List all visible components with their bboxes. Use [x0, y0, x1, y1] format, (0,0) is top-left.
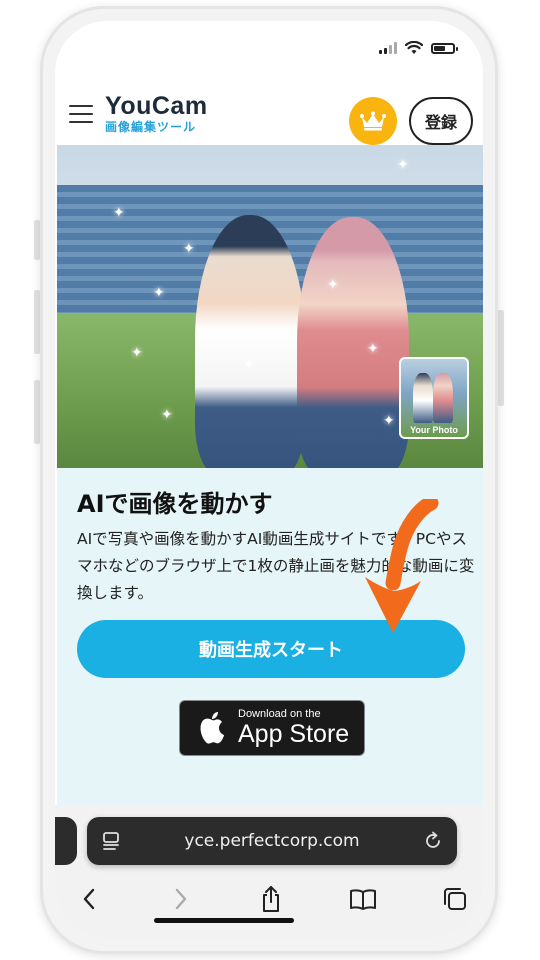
phone-frame: YouCam 画像編集ツール 登録 ✦ ✦ ✦ ✦ ✦ ✦ ✦ ✦ ✦ ✦ Yo… [40, 6, 498, 954]
page-description: AIで写真や画像を動かすAI動画生成サイトです。PCやスマホなどのブラウザ上で1… [77, 530, 475, 602]
app-store-big-text: App Store [238, 720, 350, 748]
bookmarks-button[interactable] [343, 879, 383, 919]
apple-logo-icon [194, 710, 230, 746]
status-bar [55, 21, 483, 71]
premium-crown-button[interactable] [349, 97, 397, 145]
sparkle: ✦ [397, 157, 409, 173]
forward-icon [175, 888, 187, 910]
tabs-icon [444, 888, 466, 910]
app-store-badge[interactable]: Download on the App Store [179, 700, 365, 756]
sparkle: ✦ [153, 285, 165, 301]
site-logo[interactable]: YouCam 画像編集ツール [105, 93, 208, 135]
your-photo-thumbnail: Your Photo [399, 357, 469, 439]
your-photo-label: Your Photo [410, 425, 458, 435]
app-store-small-text: Download on the [238, 708, 321, 720]
sparkle: ✦ [383, 413, 395, 429]
back-icon [83, 888, 95, 910]
url-text[interactable]: yce.perfectcorp.com [87, 817, 457, 865]
forward-button[interactable] [161, 879, 201, 919]
sparkle: ✦ [243, 357, 255, 373]
thumb-person-right [433, 373, 453, 423]
sparkle: ✦ [131, 345, 143, 361]
sparkle: ✦ [327, 277, 339, 293]
sparkle: ✦ [113, 205, 125, 221]
signal-icon [379, 42, 397, 54]
phone-screen: YouCam 画像編集ツール 登録 ✦ ✦ ✦ ✦ ✦ ✦ ✦ ✦ ✦ ✦ Yo… [55, 21, 483, 939]
reload-icon[interactable] [423, 831, 443, 851]
page-title: AIで画像を動かす [77, 490, 273, 518]
previous-tab-preview[interactable] [55, 817, 77, 865]
sparkle: ✦ [183, 241, 195, 257]
bookmarks-icon [350, 889, 376, 910]
wifi-icon [405, 41, 423, 54]
site-header: YouCam 画像編集ツール 登録 [55, 79, 483, 149]
share-icon [263, 886, 279, 912]
content-section: AIで画像を動かす AIで写真や画像を動かすAI動画生成サイトです。PCやスマホ… [57, 468, 483, 808]
hamburger-icon[interactable] [69, 105, 93, 123]
sparkle: ✦ [367, 341, 379, 357]
crown-icon [360, 111, 386, 131]
thumb-person-left [413, 373, 433, 423]
tabs-button[interactable] [435, 879, 475, 919]
start-video-generation-button[interactable]: 動画生成スタート [77, 620, 465, 678]
sparkle: ✦ [161, 407, 173, 423]
logo-main: YouCam [105, 92, 208, 120]
app-store-text: Download on the App Store [238, 708, 349, 748]
model-right [297, 217, 409, 468]
model-left [195, 215, 305, 468]
share-button[interactable] [251, 879, 291, 919]
home-indicator[interactable] [154, 918, 294, 923]
hero-image: ✦ ✦ ✦ ✦ ✦ ✦ ✦ ✦ ✦ ✦ Your Photo [57, 145, 483, 468]
back-button[interactable] [69, 879, 109, 919]
status-icons [379, 41, 458, 55]
address-bar[interactable]: yce.perfectcorp.com [87, 817, 457, 865]
battery-icon [431, 42, 458, 54]
register-button[interactable]: 登録 [409, 97, 473, 145]
logo-subtitle: 画像編集ツール [105, 120, 197, 134]
phone-side-button-right [498, 310, 504, 406]
